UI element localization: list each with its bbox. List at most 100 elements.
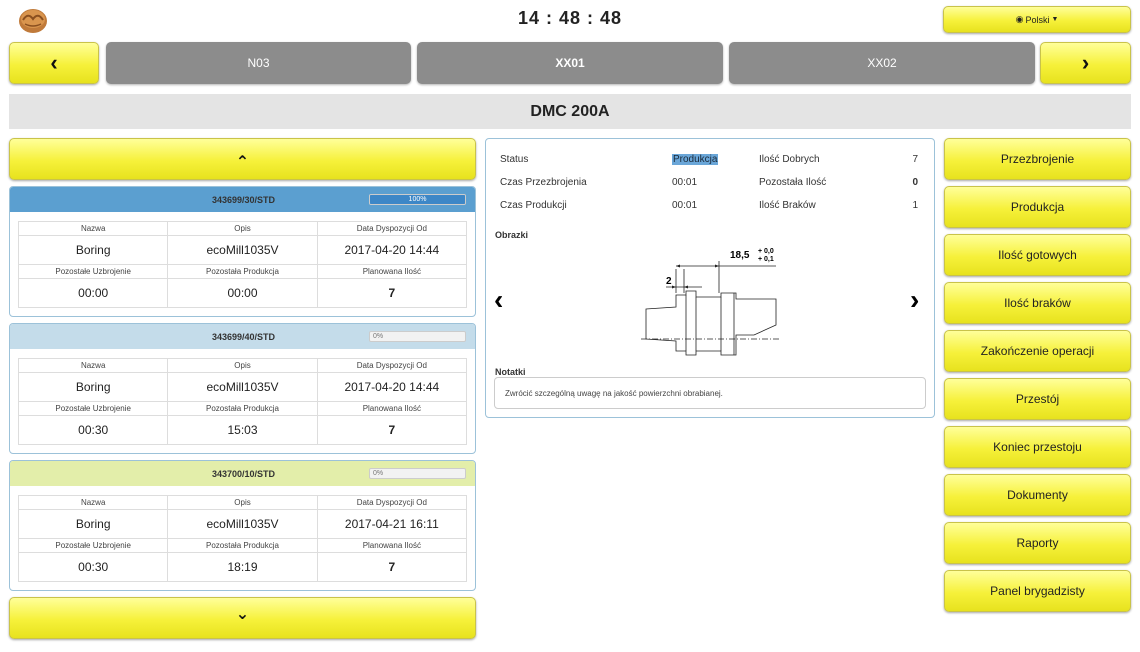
order-card-header: 343699/30/STD 100% (10, 187, 475, 212)
prev-machine-button[interactable]: ‹ (9, 42, 99, 84)
walnut-logo-icon (19, 9, 47, 33)
col-header: Opis (167, 221, 318, 236)
order-card[interactable]: 343700/10/STD 0% Nazwa Opis Data Dyspozy… (9, 460, 476, 591)
machine-tab-xx01[interactable]: XX01 (417, 42, 723, 84)
col-header: Pozostała Produkcja (167, 401, 318, 416)
col-header: Pozostała Produkcja (167, 264, 318, 279)
order-card[interactable]: 343699/30/STD 100% Nazwa Opis Data Dyspo… (9, 186, 476, 317)
order-description: ecoMill1035V (167, 372, 318, 402)
machine-tab-label: N03 (247, 56, 270, 70)
progress-bar: 0% (369, 468, 466, 479)
order-details-table: Nazwa Opis Data Dyspozycji Od Boring eco… (17, 221, 468, 308)
scrap-quantity-button[interactable]: Ilość braków (944, 282, 1131, 324)
status-panel: Status Produkcja Czas Przezbrojenia 00:0… (485, 138, 935, 418)
order-card[interactable]: 343699/40/STD 0% Nazwa Opis Data Dyspozy… (9, 323, 476, 454)
col-header: Planowana Ilość (316, 264, 468, 279)
order-description: ecoMill1035V (167, 235, 318, 265)
notes-text: Zwrócić szczególną uwagę na jakość powie… (505, 389, 723, 398)
setup-time-value: 00:01 (672, 177, 698, 188)
planned-quantity: 7 (316, 278, 468, 308)
machine-tab-label: XX01 (555, 56, 585, 70)
col-header: Opis (167, 495, 318, 510)
remaining-setup: 00:30 (17, 552, 169, 582)
setup-time-label: Czas Przezbrojenia (500, 177, 587, 188)
notes-section-label: Notatki (495, 367, 526, 377)
images-section-label: Obrazki (495, 230, 529, 240)
next-machine-button[interactable]: › (1040, 42, 1131, 84)
foreman-panel-button[interactable]: Panel brygadzisty (944, 570, 1131, 612)
documents-button[interactable]: Dokumenty (944, 474, 1131, 516)
orders-scroll-up-button[interactable]: ⌃ (9, 138, 476, 180)
chevron-left-icon: ‹ (50, 50, 58, 75)
setup-button[interactable]: Przezbrojenie (944, 138, 1131, 180)
production-button[interactable]: Produkcja (944, 186, 1131, 228)
foreman-panel-button-label: Panel brygadzisty (990, 584, 1085, 598)
order-card-header: 343699/40/STD 0% (10, 324, 475, 349)
drawing-dimension-small: 2 (666, 276, 672, 287)
setup-button-label: Przezbrojenie (1000, 152, 1075, 166)
machine-title: DMC 200A (530, 102, 610, 120)
drawing-dimension-main: 18,5 (730, 250, 750, 261)
language-button[interactable]: ◉ Polski ▼ (943, 6, 1131, 33)
col-header: Data Dyspozycji Od (316, 221, 468, 236)
machine-tab-xx02[interactable]: XX02 (729, 42, 1035, 84)
col-header: Nazwa (17, 221, 169, 236)
remaining-count-value: 0 (912, 177, 918, 188)
scrap-count-value: 1 (912, 200, 918, 211)
production-button-label: Produkcja (1010, 200, 1065, 214)
image-prev-button[interactable]: ‹ (494, 286, 514, 314)
reports-button-label: Raporty (1016, 536, 1059, 550)
order-details-table: Nazwa Opis Data Dyspozycji Od Boring eco… (17, 358, 468, 445)
production-time-label: Czas Produkcji (500, 200, 567, 211)
finished-quantity-button[interactable]: Ilość gotowych (944, 234, 1131, 276)
end-operation-button[interactable]: Zakończenie operacji (944, 330, 1131, 372)
globe-icon: ◉ (1015, 14, 1024, 24)
machine-title-bar: DMC 200A (9, 94, 1131, 129)
remaining-production: 00:00 (167, 278, 318, 308)
end-operation-button-label: Zakończenie operacji (980, 344, 1095, 358)
scrap-quantity-button-label: Ilość braków (1004, 296, 1071, 310)
end-downtime-button[interactable]: Koniec przestoju (944, 426, 1131, 468)
order-date: 2017-04-20 14:44 (316, 372, 468, 402)
chevron-right-icon: › (1081, 50, 1090, 75)
notes-box: Zwrócić szczególną uwagę na jakość powie… (494, 377, 926, 409)
good-count-value: 7 (912, 154, 918, 165)
order-details-table: Nazwa Opis Data Dyspozycji Od Boring eco… (17, 495, 468, 582)
remaining-count-label: Pozostała Ilość (759, 177, 827, 188)
orders-scroll-down-button[interactable]: ⌄ (9, 597, 476, 639)
col-header: Pozostała Produkcja (167, 538, 318, 553)
col-header: Data Dyspozycji Od (316, 358, 468, 373)
order-card-header: 343700/10/STD 0% (10, 461, 475, 486)
image-next-button[interactable]: › (910, 286, 930, 314)
app-logo (18, 6, 48, 34)
drawing-tolerance-lower: + 0,1 (758, 256, 774, 263)
progress-bar: 100% (369, 194, 466, 205)
col-header: Pozostałe Uzbrojenie (17, 538, 169, 553)
progress-label: 0% (373, 333, 384, 340)
chevron-right-icon: › (910, 284, 920, 315)
progress-bar: 0% (369, 331, 466, 342)
remaining-production: 15:03 (167, 415, 318, 445)
progress-label: 100% (408, 196, 427, 203)
downtime-button-label: Przestój (1015, 392, 1060, 406)
remaining-production: 18:19 (167, 552, 318, 582)
drawing-tolerance-upper: + 0,0 (758, 248, 774, 255)
technical-drawing: 18,5 + 0,0 + 0,1 2 (641, 248, 781, 356)
status-label: Status (500, 154, 529, 165)
documents-button-label: Dokumenty (1007, 488, 1068, 502)
caret-down-icon: ▼ (1051, 16, 1059, 23)
col-header: Planowana Ilość (316, 538, 468, 553)
language-label: Polski (1025, 14, 1050, 25)
planned-quantity: 7 (316, 415, 468, 445)
chevron-left-icon: ‹ (494, 284, 504, 315)
end-downtime-button-label: Koniec przestoju (993, 440, 1082, 454)
scrap-count-label: Ilość Braków (759, 200, 816, 211)
finished-quantity-button-label: Ilość gotowych (998, 248, 1077, 262)
reports-button[interactable]: Raporty (944, 522, 1131, 564)
machine-tab-n03[interactable]: N03 (106, 42, 411, 84)
good-count-label: Ilość Dobrych (759, 154, 820, 165)
downtime-button[interactable]: Przestój (944, 378, 1131, 420)
order-date: 2017-04-20 14:44 (316, 235, 468, 265)
clock: 14 : 48 : 48 (517, 8, 623, 28)
col-header: Planowana Ilość (316, 401, 468, 416)
